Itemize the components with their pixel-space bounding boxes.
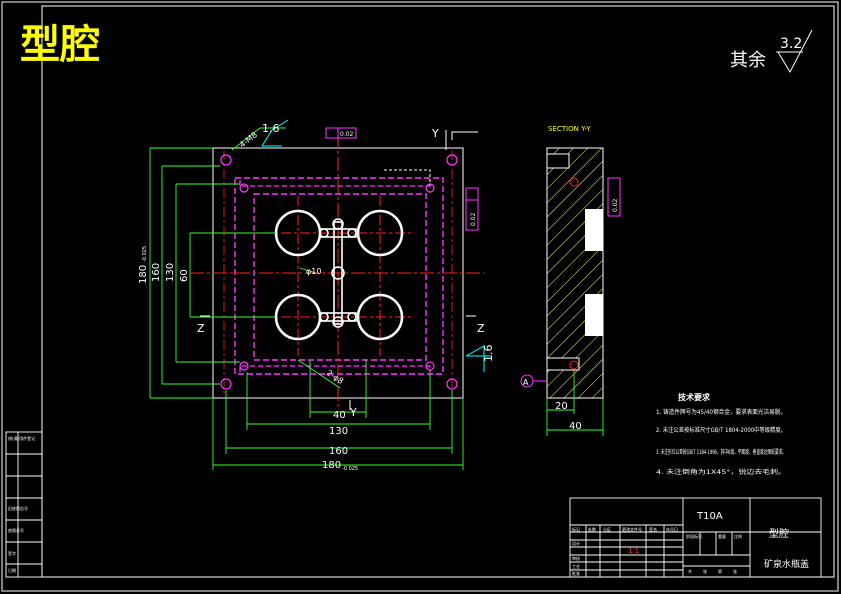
tb-row-label-3: 更改文件号 xyxy=(622,526,642,532)
tb-sheet-1: 张 xyxy=(703,568,707,574)
section-channel-bottom xyxy=(546,357,580,371)
tb-scale: 1:1 xyxy=(628,547,639,555)
tb-sheet-3: 张 xyxy=(733,568,737,574)
roughness-top-value: 1.6 xyxy=(262,122,280,135)
tb-row-label-1: 处数 xyxy=(588,526,596,532)
side-label-0: 借(通)用件登记 xyxy=(8,435,35,441)
dim-holes-br: 2-φ8 xyxy=(325,368,345,386)
tb-stage-2: 比例 xyxy=(734,533,742,539)
tb-sheet-0: 共 xyxy=(688,568,692,574)
tb-sheet-2: 第 xyxy=(718,568,722,574)
dim-w180-tol: -0.025 xyxy=(342,466,358,472)
side-label-2: 底图总号 xyxy=(8,527,24,533)
dim-w180: 180 xyxy=(322,460,341,471)
dim-w40: 40 xyxy=(333,410,346,421)
roughness-right: 1.6 xyxy=(465,345,495,372)
section-channel-top xyxy=(546,153,570,169)
bolt-holes xyxy=(220,154,458,390)
note-3: 3. 未注形位公差按GB/T 1184-1996，其中K级。平面度、垂直度达图纸… xyxy=(656,448,786,456)
axis-y-bottom: Y xyxy=(349,406,357,419)
axis-z-left: Z xyxy=(197,322,205,335)
dim-holes-tl: 4-M8 xyxy=(238,130,259,149)
section-roughness: 0.02 xyxy=(607,177,621,217)
tb-row-label-4: 签名 xyxy=(649,526,657,532)
side-block-labels: 借(通)用件登记 旧底图总号 底图总号 签字 日期 xyxy=(8,435,35,573)
section-dim-40: 40 xyxy=(569,421,582,432)
tb-role-0: 设计 xyxy=(572,540,580,546)
dimension-texts: 180 -0.025 160 130 60 40 130 160 180 -0.… xyxy=(138,130,358,472)
technical-notes: 技术要求 1. 铸造件牌号为45/40钢合金，要求表面光洁易脱。 2. 未注公差… xyxy=(656,392,786,476)
side-label-4: 日期 xyxy=(8,567,16,573)
dim-h180-tol: -0.025 xyxy=(142,246,148,262)
dimension-lines xyxy=(149,127,464,470)
roughness-label: 其余 xyxy=(730,50,766,71)
tb-part-name: 型腔 xyxy=(769,527,789,540)
gdt-right-value: 0.02 xyxy=(470,212,477,226)
section-pocket-lower xyxy=(585,294,603,336)
tb-row-label-0: 标记 xyxy=(572,526,580,532)
note-1: 1. 铸造件牌号为45/40钢合金，要求表面光洁易脱。 xyxy=(656,408,786,416)
section-pocket-upper xyxy=(585,209,603,251)
tb-row-label-2: 分区 xyxy=(603,526,611,532)
gdt-top-value: 0.02 xyxy=(340,131,354,138)
section-dim-20: 20 xyxy=(555,401,568,412)
section-title: SECTION Y-Y xyxy=(548,125,591,133)
cavity-hidden-outer xyxy=(234,177,444,375)
general-roughness: 其余 3.2 xyxy=(730,29,813,74)
dim-h160: 160 xyxy=(151,263,162,282)
side-label-3: 签字 xyxy=(8,550,16,556)
tb-role-3: 批准 xyxy=(572,570,580,576)
section-gdt-value: 0.02 xyxy=(612,198,619,212)
tb-role-1: 审核 xyxy=(572,555,580,561)
dim-w130: 130 xyxy=(329,426,348,437)
gdt-frame-top: 0.02 xyxy=(325,127,357,139)
dim-h60: 60 xyxy=(179,269,190,282)
datum-a: A xyxy=(520,374,547,388)
outer-border xyxy=(1,1,839,592)
tb-material: T10A xyxy=(696,511,723,522)
tb-drawing-title: 矿泉水瓶盖 xyxy=(764,558,809,570)
cooling-channel-top xyxy=(239,180,431,187)
note-2: 2. 未注公差按标准尺寸GB/T 1804-2000中等级精度。 xyxy=(656,426,786,434)
section-markers xyxy=(200,130,478,410)
roughness-value: 3.2 xyxy=(780,36,802,52)
dim-w160: 160 xyxy=(329,446,348,457)
axis-y-top: Y xyxy=(431,127,439,140)
inner-border xyxy=(41,5,835,578)
roughness-right-value: 1.6 xyxy=(482,345,495,363)
tb-role-2: 工艺 xyxy=(572,564,580,569)
axis-z-right: Z xyxy=(477,322,485,335)
dim-h180: 180 xyxy=(138,265,149,284)
roughness-top: 1.6 xyxy=(261,119,289,147)
tb-row-label-5: 年月日 xyxy=(666,526,678,532)
note-4: 4. 未注倒角为1X45°，锐边去毛刺。 xyxy=(656,468,786,476)
side-label-1: 旧底图总号 xyxy=(8,505,28,511)
gdt-frame-right: 0.02 xyxy=(465,187,479,231)
datum-a-label: A xyxy=(523,378,529,387)
cad-drawing: 型腔 其余 3.2 180 -0.025 160 130 60 40 130 1… xyxy=(1,1,839,592)
plan-view: 180 -0.025 160 130 60 40 130 160 180 -0.… xyxy=(138,119,495,472)
tb-stage-0: 阶段标记 xyxy=(686,533,702,539)
title-block-small-labels: 标记 处数 分区 更改文件号 签名 年月日 设计 审核 工艺 批准 阶段标记 重… xyxy=(572,526,742,576)
tb-stage-1: 重量 xyxy=(718,533,726,539)
drawing-title: 型腔 xyxy=(20,22,100,68)
dim-h130: 130 xyxy=(165,263,176,282)
dim-phi10: φ10 xyxy=(306,267,321,276)
notes-heading: 技术要求 xyxy=(678,392,711,402)
section-view: SECTION Y-Y 0.02 A 20 40 xyxy=(520,125,621,436)
